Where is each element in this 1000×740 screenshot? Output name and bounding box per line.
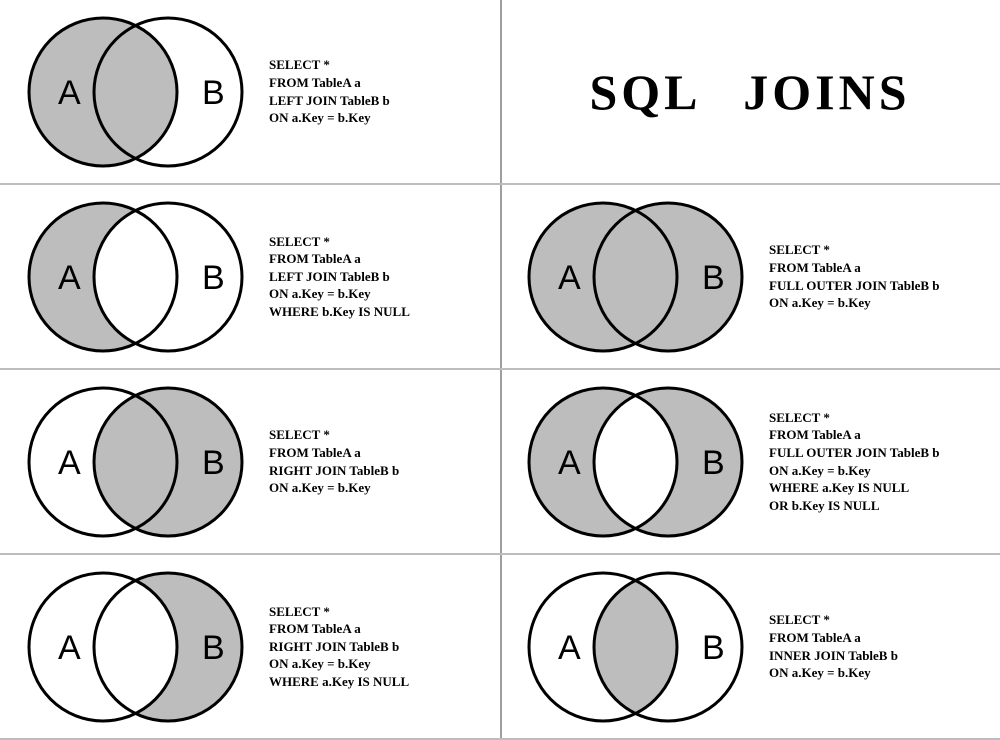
- sql-right-join: SELECT * FROM TableA a RIGHT JOIN TableB…: [269, 426, 399, 496]
- cell-full-outer: A B SELECT * FROM TableA a FULL OUTER JO…: [500, 185, 1000, 370]
- venn-inner-join: A B: [508, 562, 763, 732]
- label-a: A: [58, 629, 81, 667]
- cell-right-join: A B SELECT * FROM TableA a RIGHT JOIN Ta…: [0, 370, 500, 555]
- label-b: B: [202, 259, 225, 297]
- page-title: SQL JOINS: [589, 63, 910, 121]
- sql-left-join-excl: SELECT * FROM TableA a LEFT JOIN TableB …: [269, 233, 410, 321]
- label-b: B: [202, 74, 225, 112]
- venn-left-join: A B: [8, 7, 263, 177]
- label-a: A: [58, 74, 81, 112]
- label-a: A: [558, 259, 581, 297]
- cell-left-join: A B SELECT * FROM TableA a LEFT JOIN Tab…: [0, 0, 500, 185]
- joins-grid: A B SELECT * FROM TableA a LEFT JOIN Tab…: [0, 0, 1000, 740]
- venn-full-outer: A B: [508, 192, 763, 362]
- label-b: B: [202, 629, 225, 667]
- label-a: A: [58, 444, 81, 482]
- venn-right-join: A B: [8, 377, 263, 547]
- cell-inner-join: A B SELECT * FROM TableA a INNER JOIN Ta…: [500, 555, 1000, 740]
- sql-full-outer: SELECT * FROM TableA a FULL OUTER JOIN T…: [769, 241, 940, 311]
- label-a: A: [558, 629, 581, 667]
- cell-right-join-excl: A B SELECT * FROM TableA a RIGHT JOIN Ta…: [0, 555, 500, 740]
- label-a: A: [558, 444, 581, 482]
- sql-right-join-excl: SELECT * FROM TableA a RIGHT JOIN TableB…: [269, 603, 409, 691]
- cell-title: SQL JOINS: [500, 0, 1000, 185]
- venn-full-outer-excl: A B: [508, 377, 763, 547]
- sql-inner-join: SELECT * FROM TableA a INNER JOIN TableB…: [769, 611, 898, 681]
- label-a: A: [58, 259, 81, 297]
- label-b: B: [702, 629, 725, 667]
- venn-right-join-excl: A B: [8, 562, 263, 732]
- label-b: B: [702, 259, 725, 297]
- cell-left-join-excl: A B SELECT * FROM TableA a LEFT JOIN Tab…: [0, 185, 500, 370]
- label-b: B: [702, 444, 725, 482]
- cell-full-outer-excl: A B SELECT * FROM TableA a FULL OUTER JO…: [500, 370, 1000, 555]
- sql-left-join: SELECT * FROM TableA a LEFT JOIN TableB …: [269, 56, 390, 126]
- sql-full-outer-excl: SELECT * FROM TableA a FULL OUTER JOIN T…: [769, 409, 940, 514]
- label-b: B: [202, 444, 225, 482]
- venn-left-join-excl: A B: [8, 192, 263, 362]
